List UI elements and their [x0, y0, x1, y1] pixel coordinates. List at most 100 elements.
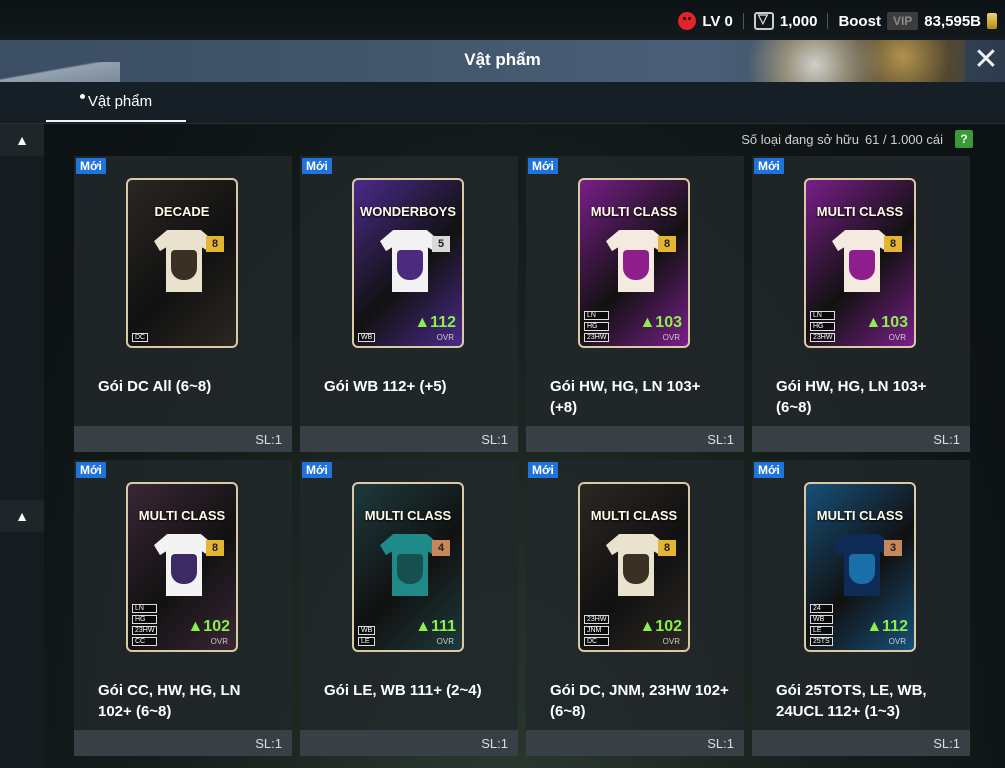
position-tags: DC — [132, 333, 149, 342]
page-title: Vật phẩm — [464, 50, 541, 69]
vip-badge[interactable]: VIP — [886, 12, 919, 30]
grade-badge: 3 — [884, 540, 902, 556]
item-title: Gói WB 112+ (+5) — [324, 378, 447, 395]
bp-icon — [987, 13, 997, 29]
sidebar: ▲ ▲ — [0, 124, 44, 768]
ovr-value: ▲112 — [414, 314, 456, 331]
grade-badge: 4 — [432, 540, 450, 556]
crest-icon — [397, 250, 423, 280]
close-button[interactable]: ✕ — [971, 45, 1001, 76]
pack-image: MULTI CLASS 8 LN HG 23HW CC ▲102 OVR — [126, 482, 238, 652]
item-grid: Mới DECADE 8 DC Gói DC All (6~8) SL:1 Mớ… — [74, 156, 972, 756]
position-tag: 25TS — [810, 637, 833, 646]
item-title: Gói DC, JNM, 23HW 102+ (6~8) — [550, 682, 729, 720]
position-tag: JNM — [584, 626, 610, 635]
position-tag: DC — [584, 637, 610, 646]
crest-icon — [849, 554, 875, 584]
item-card[interactable]: Mới MULTI CLASS 8 LN HG 23HW CC ▲102 OVR Gó… — [74, 460, 292, 756]
position-tag: WB — [358, 626, 376, 635]
position-tag: 23HW — [810, 333, 836, 342]
grade-badge: 8 — [658, 236, 676, 252]
notification-dot-icon — [79, 93, 85, 99]
item-card[interactable]: Mới DECADE 8 DC Gói DC All (6~8) SL:1 — [74, 156, 292, 452]
position-tag: LN — [132, 604, 158, 613]
coin-icon — [753, 11, 774, 30]
pack-image: MULTI CLASS 8 23HW JNM DC ▲102 OVR — [578, 482, 690, 652]
position-tag: 23HW — [132, 626, 158, 635]
ovr-label: OVR — [888, 333, 906, 342]
position-tag: 23HW — [584, 333, 610, 342]
item-card[interactable]: Mới MULTI CLASS 8 LN HG 23HW ▲103 OVR Gói … — [752, 156, 970, 452]
grade-badge: 5 — [432, 236, 450, 252]
owned-label: Số loại đang sở hữu — [741, 132, 859, 147]
scroll-up-button[interactable]: ▲ — [0, 124, 44, 156]
level-label: LV 0 — [702, 12, 733, 30]
position-tag: DC — [132, 333, 149, 342]
item-card[interactable]: Mới MULTI CLASS 4 WB LE ▲111 OVR Gói LE, … — [300, 460, 518, 756]
help-button[interactable]: ? — [955, 130, 973, 148]
ovr-value: ▲103 — [639, 314, 682, 331]
item-title: Gói HW, HG, LN 103+ (6~8) — [776, 378, 927, 416]
item-title: Gói LE, WB 111+ (2~4) — [324, 682, 482, 699]
item-card[interactable]: Mới WONDERBOYS 5 WB ▲112 OVR Gói WB 112+… — [300, 156, 518, 452]
item-title: Gói DC All (6~8) — [98, 378, 212, 395]
position-tags: 23HW JNM DC — [584, 615, 610, 646]
grade-badge: 8 — [658, 540, 676, 556]
tab-bar: Vật phẩm — [0, 82, 1005, 124]
ovr-label: OVR — [662, 333, 680, 342]
item-card[interactable]: Mới MULTI CLASS 8 LN HG 23HW ▲103 OVR Gói … — [526, 156, 744, 452]
item-card[interactable]: Mới MULTI CLASS 3 24 WB LE 25TS ▲112 OVR Gó… — [752, 460, 970, 756]
quantity-label: SL:1 — [752, 426, 970, 452]
top-bar: LV 0 1,000 Boost VIP 83,595B — [0, 0, 1005, 40]
new-badge: Mới — [302, 158, 332, 174]
pack-label: MULTI CLASS — [590, 204, 678, 219]
crest-icon — [397, 554, 423, 584]
resource-bar: LV 0 1,000 Boost VIP 83,595B — [678, 10, 997, 32]
crest-icon — [171, 554, 197, 584]
scroll-up-button-2[interactable]: ▲ — [0, 500, 44, 532]
ovr-label: OVR — [436, 637, 454, 646]
coin-count: 1,000 — [779, 12, 818, 30]
new-badge: Mới — [528, 462, 558, 478]
position-tag: LE — [358, 637, 376, 646]
position-tag: WB — [810, 615, 833, 624]
ovr-value: ▲111 — [415, 618, 456, 635]
ovr-label: OVR — [888, 637, 906, 646]
quantity-label: SL:1 — [74, 426, 292, 452]
position-tag: LN — [584, 311, 610, 320]
position-tags: WB — [358, 333, 376, 342]
pack-image: MULTI CLASS 3 24 WB LE 25TS ▲112 OVR — [804, 482, 916, 652]
divider — [742, 13, 744, 29]
sad-face-icon — [678, 12, 697, 30]
page-header: Vật phẩm ✕ — [0, 40, 1005, 82]
position-tag: 23HW — [584, 615, 610, 624]
position-tags: WB LE — [358, 626, 376, 646]
quantity-label: SL:1 — [526, 426, 744, 452]
grade-badge: 8 — [206, 540, 224, 556]
owned-count: Số loại đang sở hữu 61 / 1.000 cái — [741, 132, 943, 147]
crest-icon — [623, 554, 649, 584]
ovr-label: OVR — [210, 637, 228, 646]
boost-label[interactable]: Boost — [838, 13, 881, 30]
grade-badge: 8 — [206, 236, 224, 252]
ovr-value: ▲103 — [865, 314, 908, 331]
crest-icon — [171, 250, 197, 280]
position-tag: LN — [810, 311, 836, 320]
position-tag: WB — [358, 333, 376, 342]
position-tag: HG — [584, 322, 610, 331]
tab-items[interactable]: Vật phẩm — [46, 82, 186, 122]
position-tags: LN HG 23HW — [584, 311, 610, 342]
new-badge: Mới — [302, 462, 332, 478]
new-badge: Mới — [528, 158, 558, 174]
new-badge: Mới — [76, 158, 106, 174]
item-title: Gói HW, HG, LN 103+ (+8) — [550, 378, 701, 416]
quantity-label: SL:1 — [752, 730, 970, 756]
bp-count: 83,595B — [924, 12, 981, 30]
position-tags: LN HG 23HW CC — [132, 604, 158, 646]
quantity-label: SL:1 — [300, 730, 518, 756]
ovr-label: OVR — [436, 333, 454, 342]
item-title: Gói 25TOTS, LE, WB, 24UCL 112+ (1~3) — [776, 682, 927, 720]
pack-label: DECADE — [154, 204, 210, 219]
item-card[interactable]: Mới MULTI CLASS 8 23HW JNM DC ▲102 OVR Gói… — [526, 460, 744, 756]
tab-label: Vật phẩm — [87, 92, 153, 110]
